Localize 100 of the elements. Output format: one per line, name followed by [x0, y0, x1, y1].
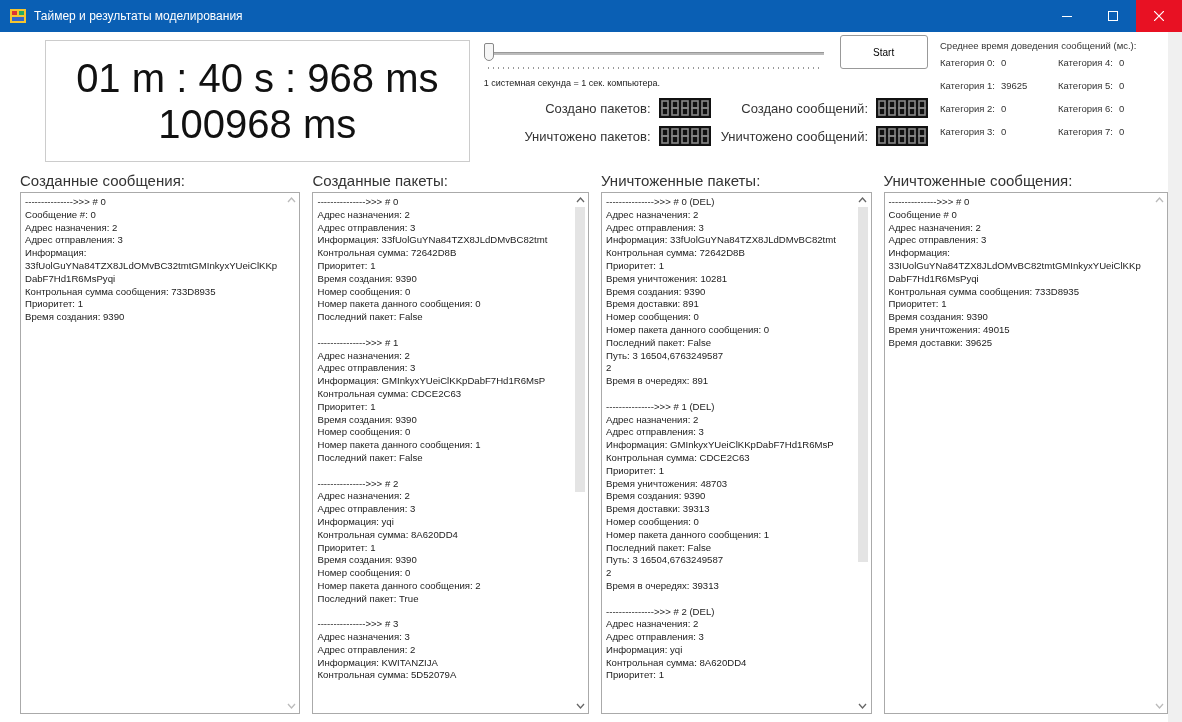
text-line: Адрес отправления: 3 — [317, 362, 417, 376]
scroll-down-icon[interactable] — [858, 703, 868, 709]
text-line: 2 — [606, 567, 613, 580]
text-line: Последний пакет: True — [317, 592, 420, 606]
text-line: Контрольная сумма: 72642D8B — [606, 247, 746, 260]
text-line: Время доставки: 39625 — [888, 336, 994, 350]
panel-title: Уничтоженные пакеты: — [601, 171, 762, 191]
text-line: Контрольная сумма сообщения: 733D8935 — [888, 285, 1081, 299]
text-line: Информация: yqi — [317, 515, 395, 529]
category-value: 0 — [1001, 57, 1007, 68]
text-line: Номер пакета данного сообщения: 0 — [606, 323, 771, 337]
text-line: Время уничтожения: 10281 — [606, 272, 729, 286]
text-line: Сообщение # 0 — [888, 208, 958, 222]
text-line: Адрес назначения: 2 — [606, 618, 700, 632]
text-line: Информация: 33fUolGuYNa84TZX8JLdDMvBC82tmt — [606, 234, 837, 248]
panel-title: Созданные сообщения: — [20, 171, 186, 191]
text-line: Сообщение #: 0 — [25, 208, 97, 222]
start-button[interactable]: Start — [839, 35, 928, 69]
text-line: Контрольная сумма: CDCE2C63 — [606, 451, 751, 465]
category-label: Категория 0: — [940, 57, 995, 68]
text-line: Время создания: 9390 — [606, 285, 707, 299]
slider-thumb[interactable] — [483, 43, 494, 61]
text-line: Номер сообщения: 0 — [606, 311, 700, 324]
category-label: Категория 1: — [940, 80, 995, 91]
text-line: Адрес назначения: 2 — [317, 349, 411, 363]
text-line: Приоритет: 1 — [25, 298, 84, 312]
led-display — [658, 126, 711, 146]
text-line: --------------->>> # 1 — [317, 336, 400, 350]
text-line: Время создания: 9390 — [606, 490, 707, 504]
text-line: Адрес назначения: 2 — [317, 208, 411, 222]
category-value: 0 — [1119, 126, 1125, 137]
text-line: 33fUolGuYNa84TZX8JLdOMvBC32tmtGMInkyxYUeiClKKp — [25, 260, 279, 273]
text-line: Адрес назначения: 2 — [606, 413, 700, 427]
category-value: 0 — [1001, 126, 1007, 137]
led-display — [876, 126, 928, 146]
text-line: Информация: KWITANZIJA — [317, 656, 439, 670]
text-line: Информация: — [888, 247, 951, 260]
text-line: --------------->>> # 2 (DEL) — [606, 605, 716, 619]
text-line: Информация: 33fUolGuYNa84TZX8JLdDMvBC82tmt — [317, 234, 549, 248]
text-line: Адрес отправления: 3 — [317, 221, 417, 235]
text-line: Информация: GMInkyxYUeiClKKpDabF7Hd1R6MsP — [606, 439, 835, 452]
scroll-thumb[interactable] — [857, 207, 868, 562]
text-line: 33IUolGuYNa84TZX8JLdOMvBC82tmtGMInkyxYUeiClKKp — [888, 260, 1142, 273]
text-line: DabF7Hd1R6MsPyqi — [25, 272, 117, 286]
text-line: Адрес назначения: 2 — [606, 208, 700, 222]
category-label: Категория 7: — [1058, 126, 1113, 137]
text-line: Время в очередях: 891 — [606, 375, 710, 388]
counter-label: Создано сообщений: — [741, 100, 868, 116]
text-line: Контрольная сумма: CDCE2C63 — [317, 387, 463, 401]
app-icon — [10, 9, 26, 23]
text-line: Последний пакет: False — [317, 311, 424, 324]
text-line: Приоритет: 1 — [317, 541, 377, 555]
scroll-up-icon[interactable] — [858, 197, 868, 203]
text-line: Контрольная сумма сообщения: 733D8935 — [25, 285, 217, 299]
category-value: 0 — [1119, 103, 1125, 114]
text-line: 2 — [606, 362, 613, 376]
text-line: Путь: 3 16504,6763249587 — [606, 554, 725, 568]
timer-clock: 01 m : 40 s : 968 ms — [76, 55, 439, 101]
text-line: Информация: yqi — [606, 643, 684, 657]
text-line: Адрес отправления: 3 — [606, 221, 705, 235]
text-line: Приоритет: 1 — [606, 260, 665, 273]
text-line: Время уничтожения: 49015 — [888, 323, 1011, 337]
category-label: Категория 6: — [1058, 103, 1113, 114]
text-line: Приоритет: 1 — [317, 260, 377, 273]
scroll-thumb[interactable] — [575, 207, 585, 492]
category-value: 0 — [1119, 57, 1125, 68]
text-line: Время создания: 9390 — [25, 311, 126, 324]
averages-title: Среднее время доведения сообщений (мс.): — [940, 40, 1138, 51]
category-label: Категория 3: — [940, 126, 995, 137]
category-value: 0 — [1119, 80, 1125, 91]
category-label: Категория 4: — [1058, 57, 1113, 68]
panel-title: Созданные пакеты: — [312, 171, 449, 191]
text-line: Номер пакета данного сообщения: 1 — [317, 439, 482, 452]
close-icon — [1154, 11, 1164, 21]
text-line: Последний пакет: False — [606, 336, 713, 350]
text-line: Приоритет: 1 — [317, 400, 377, 414]
text-line: DabF7Hd1R6MsPyqi — [888, 272, 980, 286]
text-line: Номер сообщения: 0 — [317, 426, 412, 440]
text-line: --------------->>> # 3 — [317, 618, 400, 632]
category-value: 39625 — [1001, 80, 1028, 91]
text-line: Приоритет: 1 — [606, 669, 665, 683]
text-line: Номер сообщения: 0 — [317, 567, 412, 580]
text-line: Адрес назначения: 3 — [317, 631, 411, 644]
text-line: Контрольная сумма: 8A620DD4 — [606, 656, 748, 670]
text-line: Номер пакета данного сообщения: 0 — [317, 298, 482, 312]
text-line: --------------->>> # 2 — [317, 477, 400, 491]
text-line: Время доставки: 891 — [606, 298, 700, 312]
text-line: --------------->>> # 0 (DEL) — [606, 196, 716, 209]
category-label: Категория 5: — [1058, 80, 1113, 91]
text-line: Информация: — [25, 247, 88, 260]
text-line: Последний пакет: False — [606, 541, 713, 555]
text-line: Информация: GMInkyxYUeiClKKpDabF7Hd1R6MsP — [317, 375, 547, 388]
scroll-up-icon[interactable] — [575, 197, 585, 203]
text-line: Адрес назначения: 2 — [888, 221, 982, 235]
scroll-down-icon[interactable] — [575, 703, 585, 709]
text-line: Номер пакета данного сообщения: 1 — [606, 528, 771, 542]
text-line: Приоритет: 1 — [888, 298, 948, 312]
led-display — [876, 98, 928, 118]
led-display — [658, 98, 711, 118]
text-line: Последний пакет: False — [317, 451, 424, 465]
